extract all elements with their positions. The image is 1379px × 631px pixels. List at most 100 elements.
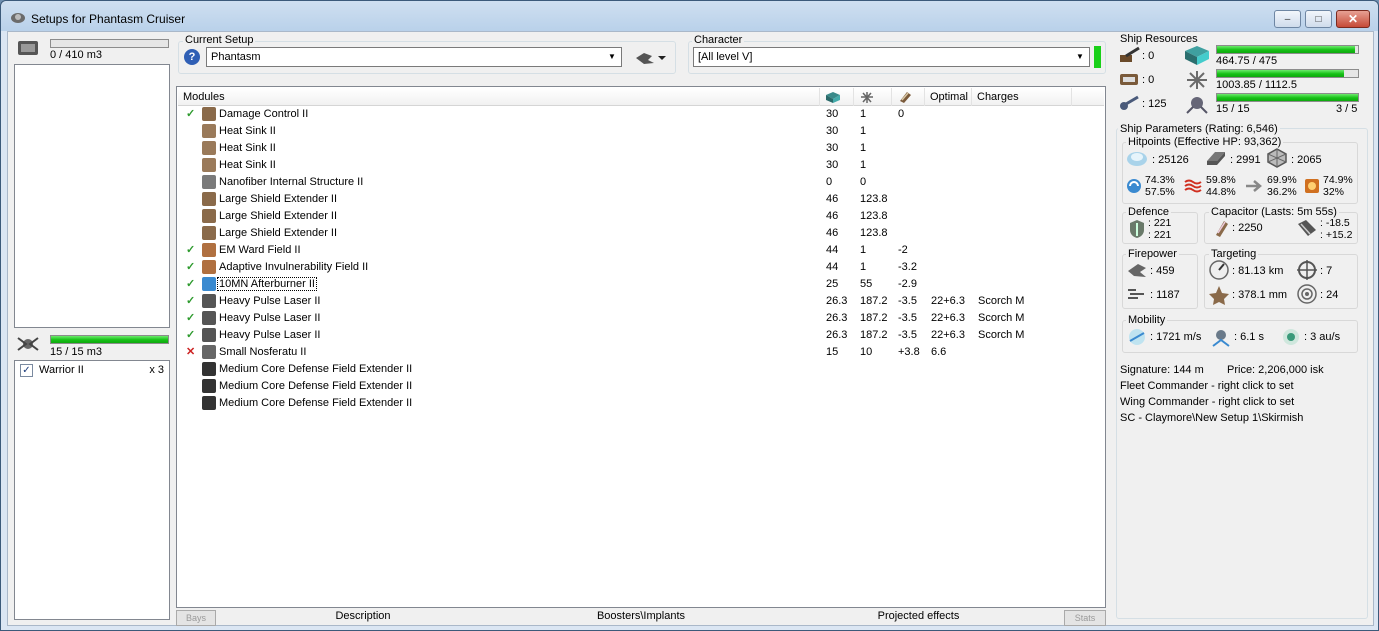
module-powergrid: 123.8: [860, 227, 888, 239]
character-value: [All level V]: [698, 51, 753, 63]
module-row[interactable]: Medium Core Defense Field Extender II: [178, 378, 1104, 395]
module-powergrid: 187.2: [860, 329, 888, 341]
powergrid-resource-icon: [1187, 71, 1207, 89]
cpu-resource-icon: [1185, 46, 1209, 65]
cargo-list[interactable]: [14, 64, 170, 328]
explosive-resist-armor: 32%: [1323, 186, 1345, 198]
align-time-icon: [1212, 330, 1230, 347]
module-cpu: 46: [826, 227, 839, 239]
explosive-resist-icon: [1305, 179, 1319, 193]
module-cpu: 26.3: [826, 295, 848, 307]
col-cpu[interactable]: [820, 88, 854, 106]
rig-icon: [202, 379, 216, 393]
module-optimal: 22+6.3: [931, 312, 965, 324]
fleet-commander[interactable]: Fleet Commander - right click to set: [1120, 380, 1294, 392]
bays-button[interactable]: Bays: [176, 610, 216, 626]
targeting-range: : 81.13 km: [1232, 265, 1284, 277]
tab-boosters-implants[interactable]: Boosters\Implants: [506, 610, 776, 626]
module-row[interactable]: Heat Sink II 30 1: [178, 157, 1104, 174]
module-row[interactable]: Large Shield Extender II 46 123.8: [178, 191, 1104, 208]
module-row[interactable]: ✓ EM Ward Field II 44 1 -2: [178, 242, 1104, 259]
module-row[interactable]: Heat Sink II 30 1: [178, 123, 1104, 140]
col-modules[interactable]: Modules: [178, 88, 820, 106]
title-bar[interactable]: Setups for Phantasm Cruiser – □ ✕: [1, 1, 1378, 31]
align-time: : 6.1 s: [1234, 331, 1264, 343]
module-row[interactable]: ✓ 10MN Afterburner II 25 55 -2.9: [178, 276, 1104, 293]
tab-description[interactable]: Description: [220, 610, 506, 626]
col-powergrid[interactable]: [854, 88, 892, 106]
module-row[interactable]: Medium Core Defense Field Extender II: [178, 395, 1104, 412]
wing-commander[interactable]: Wing Commander - right click to set: [1120, 396, 1294, 408]
setup-dropdown[interactable]: Phantasm ▼: [206, 47, 622, 67]
cpu-text: 464.75 / 475: [1216, 55, 1278, 67]
col-optimal[interactable]: Optimal: [925, 88, 972, 106]
check-icon: ✓: [186, 278, 196, 290]
module-powergrid: 0: [860, 176, 867, 188]
module-row[interactable]: ✓ Heavy Pulse Laser II 26.3 187.2 -3.5 22+6.3…: [178, 310, 1104, 327]
turret-hardpoint-icon: [1120, 46, 1140, 62]
structure-hp: : 2065: [1291, 154, 1322, 166]
module-capacitor: -2: [898, 244, 908, 256]
drone-item[interactable]: ✓ Warrior II x 3: [20, 364, 164, 378]
col-charges[interactable]: Charges: [972, 88, 1072, 106]
help-icon[interactable]: ?: [184, 49, 200, 65]
kinetic-resist-armor: 36.2%: [1267, 186, 1297, 198]
modules-list[interactable]: Modules Optimal Charges ✓ Damage Control …: [176, 86, 1106, 608]
module-powergrid: 187.2: [860, 312, 888, 324]
app-icon: [11, 13, 25, 23]
module-capacitor: -3.5: [898, 295, 917, 307]
kinetic-resist-shield: 69.9%: [1267, 174, 1297, 186]
module-powergrid: 1: [860, 159, 867, 171]
nosferatu-icon: [202, 345, 216, 359]
module-name: Medium Core Defense Field Extender II: [219, 397, 413, 409]
em-resist-shield: 74.3%: [1145, 174, 1175, 186]
module-row[interactable]: Heat Sink II 30 1: [178, 140, 1104, 157]
drone-checkbox[interactable]: ✓: [20, 364, 33, 377]
module-capacitor: -3.5: [898, 312, 917, 324]
drone-bandwidth-icon: [1186, 97, 1208, 114]
explosive-resist-shield: 74.9%: [1323, 174, 1353, 186]
module-name: Medium Core Defense Field Extender II: [219, 363, 413, 375]
module-capacitor: -3.5: [898, 329, 917, 341]
character-dropdown[interactable]: [All level V] ▼: [693, 47, 1090, 67]
launcher-count: : 0: [1142, 74, 1155, 86]
module-row[interactable]: Medium Core Defense Field Extender II: [178, 361, 1104, 378]
col-capacitor[interactable]: [892, 88, 925, 106]
capacitor-delta-b: : +15.2: [1320, 229, 1353, 241]
dps-icon: [1128, 264, 1146, 277]
module-row[interactable]: ✓ Heavy Pulse Laser II 26.3 187.2 -3.5 22+6.3…: [178, 327, 1104, 344]
module-row[interactable]: Large Shield Extender II 46 123.8: [178, 225, 1104, 242]
minimize-button[interactable]: –: [1274, 10, 1301, 28]
module-row[interactable]: Large Shield Extender II 46 123.8: [178, 208, 1104, 225]
module-powergrid: 1: [860, 142, 867, 154]
module-cpu: 25: [826, 278, 839, 290]
module-cpu: 46: [826, 210, 839, 222]
check-icon: ✓: [186, 329, 196, 341]
drone-bay-text: 15 / 15 m3: [50, 346, 102, 358]
close-button[interactable]: ✕: [1336, 10, 1370, 28]
warp-speed: : 3 au/s: [1304, 331, 1341, 343]
maximize-button[interactable]: □: [1305, 10, 1332, 28]
module-row[interactable]: ✕ Small Nosferatu II 15 10 +3.8 6.6: [178, 344, 1104, 361]
module-row[interactable]: ✓ Heavy Pulse Laser II 26.3 187.2 -3.5 22+6.3…: [178, 293, 1104, 310]
module-name: Large Shield Extender II: [219, 210, 338, 222]
chevron-down-icon: ▼: [1076, 52, 1084, 61]
volley-icon: [1128, 289, 1144, 299]
stats-button[interactable]: Stats: [1064, 610, 1106, 626]
drone-list[interactable]: ✓ Warrior II x 3: [14, 360, 170, 620]
heat-sink-icon: [202, 124, 216, 138]
module-row[interactable]: ✓ Adaptive Invulnerability Field II 44 1 -3.…: [178, 259, 1104, 276]
squad-commander[interactable]: SC - Claymore\New Setup 1\Skirmish: [1120, 412, 1303, 424]
module-row[interactable]: Nanofiber Internal Structure II 0 0: [178, 174, 1104, 191]
damage-control-icon: [202, 107, 216, 121]
hitpoints-title: Hitpoints (Effective HP: 93,362): [1126, 136, 1284, 148]
check-icon: ✓: [186, 261, 196, 273]
warp-speed-icon: [1283, 329, 1299, 345]
window-title: Setups for Phantasm Cruiser: [31, 12, 186, 26]
tab-projected-effects[interactable]: Projected effects: [776, 610, 1061, 626]
turret-count: : 0: [1142, 50, 1155, 62]
armor-hp-icon: [1207, 152, 1225, 165]
ship-menu-icon[interactable]: [634, 50, 668, 66]
module-row[interactable]: ✓ Damage Control II 30 1 0: [178, 106, 1104, 123]
module-powergrid: 1: [860, 244, 867, 256]
